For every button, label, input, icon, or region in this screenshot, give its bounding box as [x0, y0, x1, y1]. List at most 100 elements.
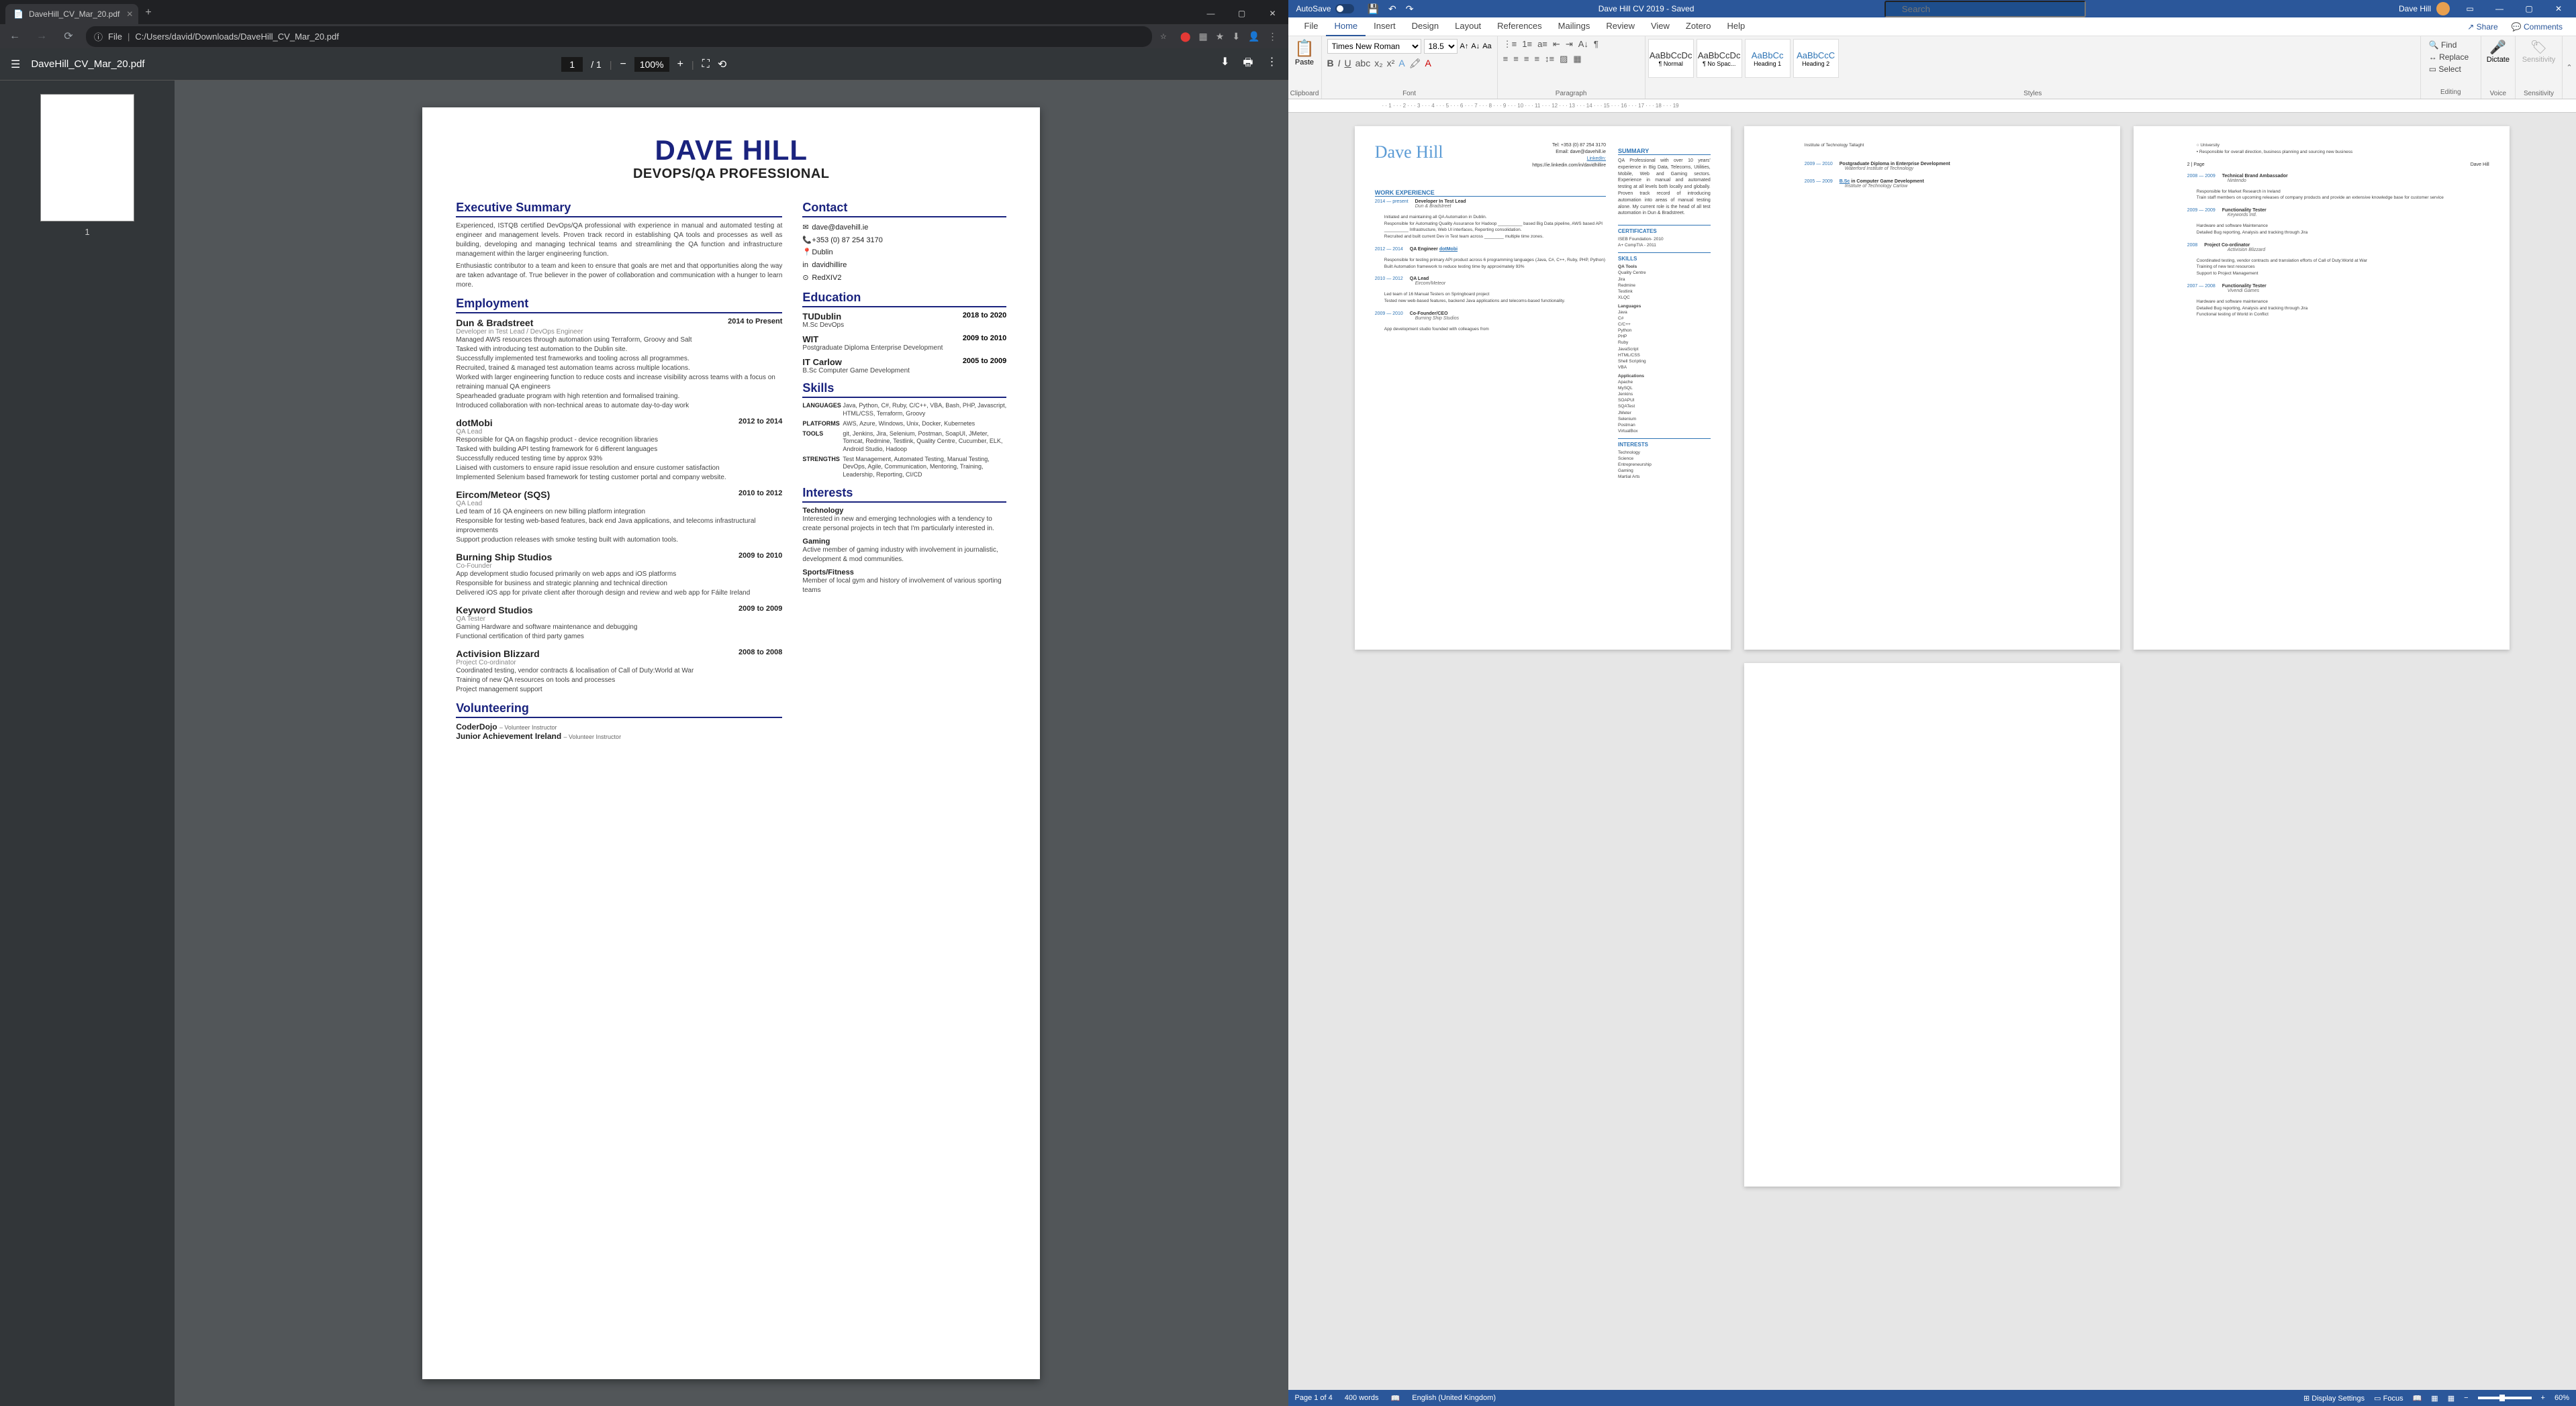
- ribbon-tab-home[interactable]: Home: [1326, 17, 1366, 36]
- read-mode-icon[interactable]: 📖: [2413, 1394, 2422, 1403]
- align-center-icon[interactable]: ≡: [1513, 54, 1519, 64]
- print-layout-icon[interactable]: ▦: [2431, 1394, 2438, 1403]
- page-thumbnail[interactable]: [40, 94, 134, 221]
- indent-right-icon[interactable]: ⇥: [1566, 39, 1573, 50]
- ribbon-tab-insert[interactable]: Insert: [1366, 17, 1404, 36]
- rotate-icon[interactable]: ⟲: [718, 58, 726, 71]
- paste-icon[interactable]: 📋: [1294, 39, 1316, 58]
- reload-icon[interactable]: ⟳: [59, 30, 78, 43]
- back-icon[interactable]: ←: [5, 30, 24, 42]
- style-normal[interactable]: AaBbCcDc¶ Normal: [1648, 39, 1694, 78]
- page-current-input[interactable]: 1: [561, 57, 583, 72]
- new-tab-button[interactable]: +: [138, 1, 158, 24]
- zoom-level[interactable]: 100%: [634, 57, 669, 72]
- ribbon-tab-design[interactable]: Design: [1404, 17, 1447, 36]
- ruler[interactable]: · · 1 · · · 2 · · · 3 · · · 4 · · · 5 · …: [1288, 99, 2576, 113]
- ext-icon[interactable]: ▦: [1199, 31, 1208, 42]
- borders-icon[interactable]: ▦: [1573, 54, 1581, 64]
- replace-button[interactable]: ↔ Replace: [2426, 51, 2475, 63]
- autosave-toggle[interactable]: AutoSave: [1291, 4, 1359, 13]
- menu-icon[interactable]: ☰: [11, 58, 20, 71]
- indent-left-icon[interactable]: ⇤: [1553, 39, 1560, 50]
- align-left-icon[interactable]: ≡: [1503, 54, 1509, 64]
- save-icon[interactable]: 💾: [1368, 3, 1379, 15]
- multilevel-icon[interactable]: a≡: [1537, 39, 1547, 50]
- print-icon[interactable]: 🖶: [1243, 55, 1253, 73]
- maximize-icon[interactable]: ▢: [1227, 3, 1257, 24]
- ribbon-options-icon[interactable]: ▭: [2455, 4, 2485, 13]
- paste-label[interactable]: Paste: [1294, 58, 1316, 66]
- strikethrough-icon[interactable]: abc: [1355, 58, 1371, 69]
- fit-page-icon[interactable]: ⛶: [702, 58, 710, 70]
- grow-font-icon[interactable]: A↑: [1460, 42, 1469, 50]
- language-indicator[interactable]: English (United Kingdom): [1412, 1394, 1496, 1402]
- show-marks-icon[interactable]: ¶: [1594, 39, 1599, 50]
- download-icon[interactable]: ⬇: [1221, 55, 1229, 73]
- superscript-icon[interactable]: x²: [1387, 58, 1395, 69]
- font-color-icon[interactable]: A: [1425, 58, 1431, 69]
- zoom-in-icon[interactable]: +: [677, 58, 683, 70]
- close-icon[interactable]: ✕: [1257, 3, 1288, 24]
- select-button[interactable]: ▭ Select: [2426, 63, 2475, 75]
- page-indicator[interactable]: Page 1 of 4: [1295, 1394, 1333, 1402]
- text-effects-icon[interactable]: A: [1398, 58, 1404, 69]
- zoom-slider[interactable]: [2478, 1397, 2532, 1399]
- style-nospac[interactable]: AaBbCcDc¶ No Spac...: [1697, 39, 1742, 78]
- zoom-percent[interactable]: 60%: [2555, 1394, 2569, 1402]
- ribbon-tab-help[interactable]: Help: [1719, 17, 1754, 36]
- user-block[interactable]: Dave Hill: [2399, 2, 2455, 15]
- zoom-out-icon[interactable]: −: [2464, 1394, 2468, 1402]
- ribbon-tab-view[interactable]: View: [1643, 17, 1678, 36]
- zoom-out-icon[interactable]: −: [620, 58, 626, 70]
- word-count[interactable]: 400 words: [1345, 1394, 1379, 1402]
- menu-icon[interactable]: ⋮: [1268, 31, 1278, 42]
- font-name-select[interactable]: Times New Roman: [1327, 39, 1421, 54]
- close-tab-icon[interactable]: ✕: [126, 9, 133, 19]
- star-icon[interactable]: ☆: [1160, 32, 1167, 41]
- align-right-icon[interactable]: ≡: [1524, 54, 1529, 64]
- maximize-icon[interactable]: ▢: [2514, 4, 2544, 13]
- style-heading2[interactable]: AaBbCcCHeading 2: [1793, 39, 1839, 78]
- style-heading1[interactable]: AaBbCcHeading 1: [1745, 39, 1791, 78]
- browser-tab[interactable]: 📄 DaveHill_CV_Mar_20.pdf ✕: [5, 4, 138, 24]
- line-spacing-icon[interactable]: ↕≡: [1545, 54, 1554, 64]
- profile-icon[interactable]: 👤: [1248, 31, 1259, 42]
- collapse-ribbon-icon[interactable]: ⌃: [2566, 63, 2572, 72]
- change-case-icon[interactable]: Aa: [1482, 42, 1491, 50]
- italic-icon[interactable]: I: [1338, 58, 1341, 69]
- underline-icon[interactable]: U: [1345, 58, 1351, 69]
- ribbon-tab-mailings[interactable]: Mailings: [1550, 17, 1599, 36]
- ribbon-tab-file[interactable]: File: [1296, 17, 1327, 36]
- justify-icon[interactable]: ≡: [1534, 54, 1539, 64]
- display-settings[interactable]: ⊞ Display Settings: [2303, 1394, 2365, 1403]
- ext-icon[interactable]: ★: [1216, 31, 1225, 42]
- ribbon-tab-review[interactable]: Review: [1598, 17, 1643, 36]
- comments-button[interactable]: 💬 Comments: [2506, 19, 2568, 34]
- share-button[interactable]: ↗ Share: [2462, 19, 2503, 34]
- minimize-icon[interactable]: —: [2485, 4, 2514, 13]
- redo-icon[interactable]: ↷: [1406, 3, 1414, 15]
- font-size-select[interactable]: 18.5: [1424, 39, 1458, 54]
- zoom-in-icon[interactable]: +: [2541, 1394, 2545, 1402]
- highlight-icon[interactable]: 🖍: [1409, 58, 1421, 69]
- ext-icon[interactable]: ⬤: [1180, 31, 1191, 42]
- spell-check-icon[interactable]: 📖: [1391, 1394, 1400, 1403]
- ribbon-tab-layout[interactable]: Layout: [1447, 17, 1489, 36]
- search-input[interactable]: [1885, 1, 2086, 17]
- subscript-icon[interactable]: x₂: [1374, 58, 1382, 69]
- address-bar[interactable]: ⓘ File | C:/Users/david/Downloads/DaveHi…: [86, 26, 1152, 47]
- undo-icon[interactable]: ↶: [1388, 3, 1396, 15]
- pdf-page-area[interactable]: DAVE HILL DEVOPS/QA PROFESSIONAL Executi…: [175, 81, 1288, 1406]
- sort-icon[interactable]: A↓: [1578, 39, 1588, 50]
- close-icon[interactable]: ✕: [2544, 4, 2573, 13]
- dictate-icon[interactable]: 🎤: [2487, 39, 2510, 56]
- focus-mode[interactable]: ▭ Focus: [2374, 1394, 2403, 1403]
- ribbon-tab-zotero[interactable]: Zotero: [1678, 17, 1719, 36]
- ext-icon[interactable]: ⬇: [1232, 31, 1240, 42]
- shrink-font-icon[interactable]: A↓: [1471, 42, 1480, 50]
- find-button[interactable]: 🔍 Find: [2426, 39, 2475, 51]
- numbering-icon[interactable]: 1≡: [1522, 39, 1532, 50]
- more-icon[interactable]: ⋮: [1267, 55, 1278, 73]
- bold-icon[interactable]: B: [1327, 58, 1334, 69]
- forward-icon[interactable]: →: [32, 30, 51, 42]
